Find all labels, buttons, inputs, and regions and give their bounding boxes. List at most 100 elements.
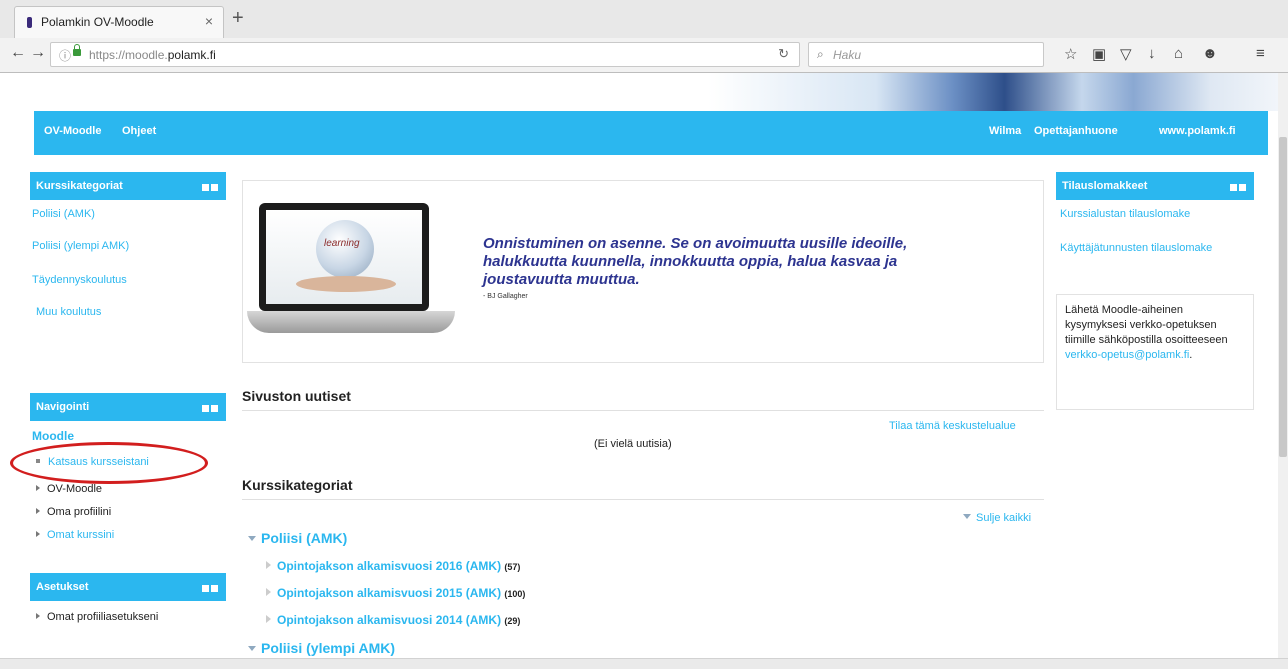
reload-icon[interactable]: ↻ (778, 46, 789, 62)
category-link-poliisi-amk[interactable]: Poliisi (AMK) (32, 208, 95, 220)
divider (242, 499, 1044, 500)
tab-title: Polamkin OV-Moodle (41, 15, 154, 29)
category-poliisi-amk[interactable]: Poliisi (AMK) (248, 530, 347, 546)
order-forms-block: Tilauslomakkeet Kurssialustan tilausloma… (1056, 172, 1254, 276)
nav-link-wilma[interactable]: Wilma (989, 125, 1021, 137)
settings-block-title: Asetukset (36, 581, 89, 593)
lock-icon (73, 44, 81, 56)
nav-link-ov-moodle[interactable]: OV-Moodle (44, 125, 101, 137)
browser-tab-bar: Polamkin OV-Moodle × + (0, 0, 1288, 39)
caret-down-icon (963, 514, 971, 519)
image-word: learning (324, 238, 360, 249)
home-icon[interactable]: ⌂ (1174, 45, 1183, 62)
caret-down-icon (248, 536, 256, 541)
nav-item-oma-profiili[interactable]: Oma profiilini (36, 506, 111, 518)
order-form-user-accounts[interactable]: Käyttäjätunnusten tilauslomake (1060, 242, 1212, 254)
tab-close-icon[interactable]: × (205, 13, 213, 29)
categories-block-title: Kurssikategoriat (36, 180, 123, 192)
contact-email-link[interactable]: verkko-opetus@polamk.fi (1065, 349, 1189, 361)
horizontal-scrollbar[interactable] (0, 658, 1288, 669)
dock-icon[interactable] (202, 405, 209, 412)
url-text: https://moodle.polamk.fi (89, 48, 216, 62)
nav-item-ov-moodle[interactable]: OV-Moodle (36, 483, 102, 495)
order-forms-block-header: Tilauslomakkeet (1056, 172, 1254, 200)
back-icon[interactable]: ← (10, 44, 26, 62)
subcategory-2016[interactable]: Opintojakson alkamisvuosi 2016 (AMK) (57… (266, 559, 520, 573)
dock-icon[interactable] (202, 585, 209, 592)
block-controls[interactable] (1228, 182, 1246, 194)
course-count: (29) (504, 616, 521, 626)
caret-right-icon (266, 588, 271, 596)
header-banner-image (0, 73, 1288, 111)
smiley-icon[interactable]: ☻ (1202, 45, 1218, 62)
subcategory-2015[interactable]: Opintojakson alkamisvuosi 2015 (AMK) (10… (266, 586, 525, 600)
settings-block: Asetukset Omat profiiliasetukseni (30, 573, 226, 635)
nav-link-opettajanhuone[interactable]: Opettajanhuone (1034, 125, 1118, 137)
caret-right-icon (266, 615, 271, 623)
settings-block-header: Asetukset (30, 573, 226, 601)
info-icon[interactable]: ⓘ (59, 47, 71, 64)
order-form-course-platform[interactable]: Kurssialustan tilauslomake (1060, 208, 1190, 220)
course-categories-heading: Kurssikategoriat (242, 477, 353, 493)
quote-banner: learning Onnistuminen on asenne. Se on a… (242, 180, 1044, 363)
contact-block: Lähetä Moodle-aiheinen kysymyksesi verkk… (1056, 294, 1254, 410)
highlight-circle (10, 442, 208, 484)
site-favicon-icon (27, 17, 32, 28)
nav-link-ohjeet[interactable]: Ohjeet (122, 125, 156, 137)
collapse-icon[interactable] (211, 184, 218, 191)
collapse-icon[interactable] (211, 585, 218, 592)
hand-image (296, 276, 396, 292)
forward-icon[interactable]: → (30, 44, 46, 62)
browser-tab[interactable]: Polamkin OV-Moodle × (14, 6, 224, 38)
library-icon[interactable]: ▣ (1092, 45, 1106, 63)
collapse-icon[interactable] (1239, 184, 1246, 191)
dock-icon[interactable] (202, 184, 209, 191)
categories-block-header: Kurssikategoriat (30, 172, 226, 200)
subcategory-2014[interactable]: Opintojakson alkamisvuosi 2014 (AMK) (29… (266, 613, 520, 627)
expand-arrow-icon (36, 508, 40, 514)
category-link-muu-koulutus[interactable]: Muu koulutus (36, 306, 101, 318)
menu-icon[interactable]: ≡ (1256, 45, 1265, 62)
url-bar[interactable]: ⓘ https://moodle.polamk.fi ↻ (50, 42, 800, 67)
block-controls[interactable] (200, 182, 218, 194)
category-link-taydennyskoulutus[interactable]: Täydennyskoulutus (32, 274, 127, 286)
search-input[interactable]: ⌕ Haku (808, 42, 1044, 67)
site-top-nav: OV-Moodle Ohjeet Wilma Opettajanhuone ww… (34, 111, 1268, 155)
navigation-block-header: Navigointi (30, 393, 226, 421)
categories-block: Kurssikategoriat Poliisi (AMK) Poliisi (… (30, 172, 226, 346)
navigation-block-title: Navigointi (36, 401, 90, 413)
nav-link-polamk[interactable]: www.polamk.fi (1159, 125, 1236, 137)
collapse-all-link[interactable]: Sulje kaikki (963, 512, 1031, 524)
download-icon[interactable]: ↓ (1148, 45, 1156, 62)
contact-text: Lähetä Moodle-aiheinen kysymyksesi verkk… (1065, 304, 1228, 361)
dock-icon[interactable] (1230, 184, 1237, 191)
pocket-icon[interactable]: ▽ (1120, 45, 1132, 63)
category-poliisi-ylempi-amk[interactable]: Poliisi (ylempi AMK) (248, 640, 395, 656)
expand-arrow-icon (36, 613, 40, 619)
block-controls[interactable] (200, 583, 218, 595)
quote-author: - BJ Gallagher (483, 293, 528, 300)
subscribe-link[interactable]: Tilaa tämä keskustelualue (889, 420, 1016, 432)
divider (242, 410, 1044, 411)
new-tab-button[interactable]: + (232, 7, 244, 30)
course-count: (57) (504, 562, 521, 572)
category-link-poliisi-ylempi-amk[interactable]: Poliisi (ylempi AMK) (32, 240, 129, 252)
collapse-icon[interactable] (211, 405, 218, 412)
vertical-scrollbar[interactable] (1278, 73, 1288, 658)
expand-arrow-icon (36, 531, 40, 537)
block-controls[interactable] (200, 403, 218, 415)
nav-item-omat-kurssit[interactable]: Omat kurssini (36, 529, 114, 541)
search-icon: ⌕ (817, 47, 824, 61)
search-placeholder: Haku (833, 48, 862, 62)
laptop-base (247, 311, 455, 333)
expand-arrow-icon (36, 485, 40, 491)
nav-root-moodle[interactable]: Moodle (32, 429, 74, 443)
settings-item-profile[interactable]: Omat profiiliasetukseni (36, 611, 158, 623)
caret-down-icon (248, 646, 256, 651)
caret-right-icon (266, 561, 271, 569)
scrollbar-thumb[interactable] (1279, 137, 1287, 457)
order-forms-block-title: Tilauslomakkeet (1062, 180, 1148, 192)
bookmark-star-icon[interactable]: ☆ (1064, 45, 1077, 63)
laptop-image: learning (259, 203, 429, 311)
course-count: (100) (504, 589, 526, 599)
